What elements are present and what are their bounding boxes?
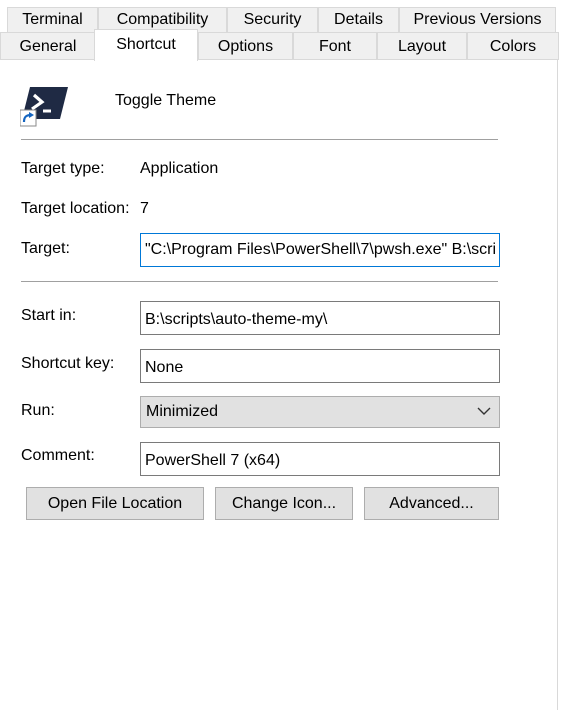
- change-icon-button[interactable]: Change Icon...: [215, 487, 353, 520]
- shortcut-panel: [0, 59, 558, 710]
- tab-shortcut[interactable]: Shortcut: [94, 29, 198, 61]
- tab-colors[interactable]: Colors: [467, 32, 559, 60]
- shortcut-name: Toggle Theme: [115, 92, 217, 109]
- comment-field[interactable]: [140, 442, 500, 476]
- chevron-down-icon: [477, 407, 491, 415]
- separator-top: [21, 139, 498, 140]
- tab-terminal[interactable]: Terminal: [7, 7, 98, 32]
- target-field[interactable]: [140, 233, 500, 267]
- target-location-label: Target location:: [21, 200, 130, 217]
- tab-security[interactable]: Security: [227, 7, 318, 32]
- tab-font[interactable]: Font: [293, 32, 377, 60]
- shortcut-key-label: Shortcut key:: [21, 355, 115, 372]
- open-file-location-button[interactable]: Open File Location: [26, 487, 204, 520]
- tab-options[interactable]: Options: [198, 32, 293, 60]
- target-type-label: Target type:: [21, 160, 105, 177]
- run-dropdown[interactable]: Minimized: [140, 396, 500, 428]
- shortcut-key-field[interactable]: [140, 349, 500, 383]
- target-location-value: 7: [140, 200, 149, 217]
- start-in-label: Start in:: [21, 307, 77, 324]
- separator-middle: [21, 281, 498, 282]
- tab-layout[interactable]: Layout: [377, 32, 467, 60]
- powershell-shortcut-icon: [19, 86, 68, 128]
- run-label: Run:: [21, 402, 55, 419]
- tab-details[interactable]: Details: [318, 7, 399, 32]
- tab-strip: Terminal Compatibility Security Details …: [0, 0, 562, 61]
- start-in-field[interactable]: [140, 301, 500, 335]
- advanced-button[interactable]: Advanced...: [364, 487, 499, 520]
- tab-previous-versions[interactable]: Previous Versions: [399, 7, 556, 32]
- run-dropdown-value: Minimized: [146, 403, 219, 420]
- target-type-value: Application: [140, 160, 219, 177]
- target-label: Target:: [21, 240, 70, 257]
- comment-label: Comment:: [21, 447, 95, 464]
- tab-general[interactable]: General: [0, 32, 96, 60]
